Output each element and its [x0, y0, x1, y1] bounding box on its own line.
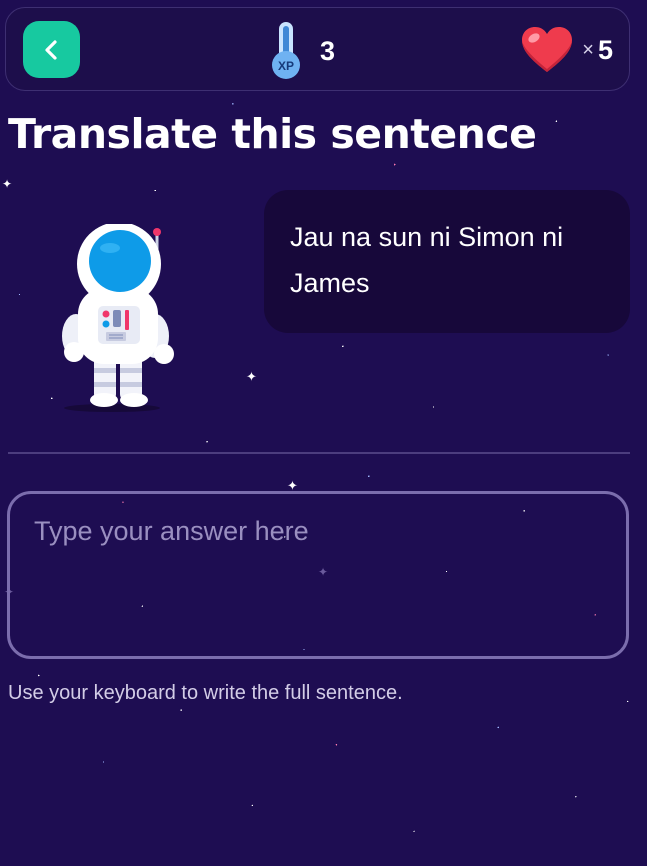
- helper-text: Use your keyboard to write the full sent…: [8, 682, 403, 704]
- xp-icon-label: XP: [278, 59, 294, 73]
- answer-input[interactable]: [7, 491, 629, 659]
- xp-count: 3: [320, 35, 336, 66]
- sparkle-icon: ✦: [246, 370, 257, 385]
- sentence-bubble: Jau na sun ni Simon ni James: [264, 190, 630, 333]
- lives-count: 5: [597, 34, 613, 65]
- astronaut-icon: [56, 222, 186, 418]
- sentence-text: Jau na sun ni Simon ni James: [290, 222, 564, 298]
- top-bar: XP 3 × 5: [5, 7, 630, 91]
- lives-multiplier: ×: [582, 38, 594, 61]
- back-button[interactable]: [23, 21, 80, 78]
- xp-thermometer-icon: XP: [272, 22, 300, 79]
- chevron-left-icon: [44, 39, 57, 60]
- page-title: Translate this sentence: [8, 110, 537, 158]
- heart-icon: [522, 27, 573, 72]
- xp-counter: XP 3: [270, 20, 335, 82]
- lives-counter: × 5: [520, 24, 613, 76]
- divider: [8, 452, 630, 454]
- sparkle-icon: ✦: [2, 177, 13, 191]
